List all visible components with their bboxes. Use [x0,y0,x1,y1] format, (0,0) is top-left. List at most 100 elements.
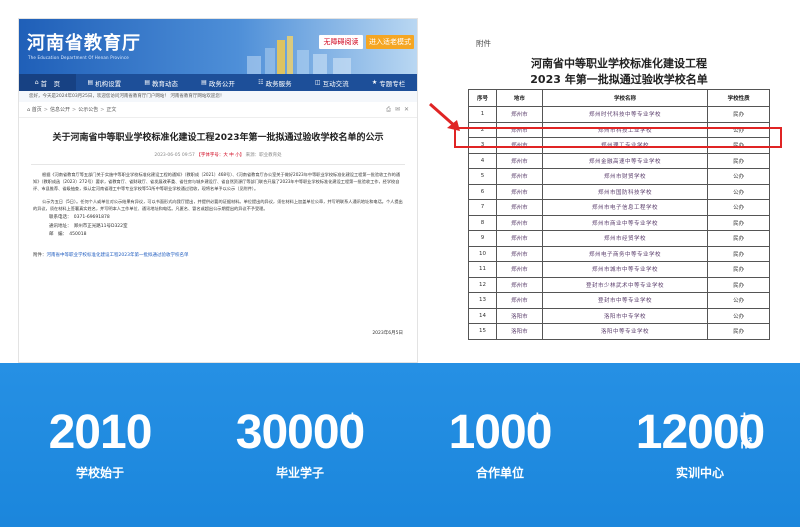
attachment-link[interactable]: 河南省中等职业学校标准化建设工程2023年第一批拟通过验收学校名单 [47,253,189,258]
scanned-document: 附件 河南省中等职业学校标准化建设工程 2023 年第一批拟通过验收学校名单 序… [429,18,790,363]
school-type-cell: 公办 [707,307,770,324]
table-row: 12 郑州市 登封市少林武术中等专业学校 民办 [468,276,770,293]
school-type-cell: 公办 [707,183,770,200]
document-title-line1: 河南省中等职业学校标准化建设工程 [531,57,707,70]
school-name-cell: 洛阳市中专学校 [541,307,709,324]
nav-item-services[interactable]: ☷ 政务服务 [246,78,303,88]
city-cell: 郑州市 [495,106,543,123]
stat-number: 2010 [48,406,153,459]
site-logo-subtitle: The Education Department Of Henan Provin… [28,55,129,60]
row-number: 15 [468,323,497,340]
welcome-notice: 您好，今天是2024年03月25日，欢迎您访问河南省教育厅门户网站！ 河南省教育… [19,91,417,102]
contact-info: 联系电话： 0371-69691878 通讯地址： 郑州市正光路11号D322室… [49,214,417,240]
article-paragraph: 根据《河南省教育厅等五部门关于实施中等职业学校标准化建设工程的通知》（教职成〔2… [33,172,401,191]
breadcrumb-announcements[interactable]: 公示公告 [78,106,98,113]
share-tools: ⎙ ✉ ✕ [386,106,409,114]
site-header: 河南省教育厅 The Education Department Of Henan… [19,19,417,74]
school-name-cell: 洛阳中等专业学校 [541,323,709,340]
row-number: 10 [468,245,497,262]
row-number: 4 [468,152,497,169]
stat-plus: + [348,408,357,425]
site-logo[interactable]: 河南省教育厅 [27,29,141,55]
close-icon[interactable]: ✕ [404,106,409,114]
city-cell: 郑州市 [495,245,543,262]
doc-icon: ▤ [144,79,150,86]
school-type-cell: 民办 [707,276,770,293]
stat-graduates: 30000 + 毕业学子 [200,363,400,527]
school-type-cell: 公办 [707,168,770,185]
row-number: 7 [468,199,497,216]
row-number: 12 [468,276,497,293]
elder-mode-button[interactable]: 进入适老模式 [366,35,414,49]
school-type-cell: 民办 [707,230,770,247]
nav-item-news[interactable]: ▤ 教育动态 [133,78,190,88]
city-cell: 郑州市 [495,292,543,309]
article-title: 关于河南省中等职业学校标准化建设工程2023年第一批拟通过验收学校名单的公示 [52,133,384,143]
attachment-heading: 附件 [476,39,491,48]
chat-icon: ◫ [314,79,321,86]
stat-label: 学校始于 [75,466,124,480]
school-name-cell: 郑州时代科技中等专业学校 [541,106,709,123]
school-name-cell: 郑州市国防科技学校 [541,183,709,200]
table-row: 7 郑州市 郑州市电子信息工程学校 公办 [468,199,770,216]
table-row: 11 郑州市 郑州市城市中等专业学校 民办 [468,261,770,278]
row-number: 8 [468,214,497,231]
breadcrumb-home[interactable]: 首页 [32,106,42,113]
contact-address: 通讯地址： 郑州市正光路11号D322室 [49,223,128,229]
doc-icon: ▤ [201,79,207,86]
attachment: 附件：河南省中等职业学校标准化建设工程2023年第一批拟通过验收学校名单 [33,252,403,258]
row-number: 9 [468,230,497,247]
row-number: 1 [468,106,497,123]
accessible-reading-button[interactable]: 无障碍阅读 [319,35,363,49]
school-name-cell: 郑州市电子信息工程学校 [541,199,709,216]
table-row: 8 郑州市 郑州市商业中等专业学校 民办 [468,214,770,231]
nav-item-public-affairs[interactable]: ▤ 政务公开 [190,78,247,88]
school-type-cell: 公办 [707,292,770,309]
article-sign-date: 2023年6月5日 [372,331,403,336]
stats-band: 2010 学校始于 30000 + 毕业学子 1000 + 合作单位 12000… [0,363,800,527]
table-row: 1 郑州市 郑州时代科技中等专业学校 民办 [468,106,770,123]
table-row: 15 洛阳市 洛阳中等专业学校 民办 [468,323,770,340]
stat-number: 12000 [635,406,765,459]
table-row: 6 郑州市 郑州市国防科技学校 公办 [468,183,770,200]
city-cell: 洛阳市 [495,323,543,340]
school-name-cell: 郑州金融高速中等专业学校 [541,152,709,169]
nav-item-interaction[interactable]: ◫ 互动交流 [303,78,360,88]
city-cell: 郑州市 [495,199,543,216]
row-number: 5 [468,168,497,185]
article-meta: 2023-06-05 09:57 【字体字号：大 中 小】 来源：职业教育处 [19,152,417,158]
people-icon: ☷ [258,79,264,86]
share-icon[interactable]: ✉ [395,106,400,114]
nav-item-home[interactable]: ⌂ 首 页 [19,74,76,91]
city-cell: 郑州市 [495,168,543,185]
city-cell: 郑州市 [495,276,543,293]
city-cell: 郑州市 [495,214,543,231]
highlight-box [454,127,782,148]
nav-item-label: 教育动态 [151,79,178,88]
doc-icon: ▤ [87,79,94,86]
font-size-control[interactable]: 【字体字号：大 中 小】 [196,153,244,158]
row-number: 6 [468,183,497,200]
column-header: 学校名称 [541,89,709,107]
school-type-cell: 民办 [707,152,770,169]
nav-item-organization[interactable]: ▤ 机构设置 [76,78,133,88]
nav-item-label: 专题专栏 [379,79,406,88]
column-header: 地市 [495,89,543,107]
nav-item-topics[interactable]: ★ 专题专栏 [360,78,417,88]
main-nav: ⌂ 首 页 ▤ 机构设置 ▤ 教育动态 ▤ 政务公开 ☷ 政务服务 ◫ 互动交流 ★ 专题专栏 [19,74,417,91]
table-row: 14 洛阳市 洛阳市中专学校 公办 [468,307,770,324]
row-number: 14 [468,307,497,324]
row-number: 13 [468,292,497,309]
breadcrumb-separator: > [72,106,77,113]
print-icon[interactable]: ⎙ [386,106,391,114]
breadcrumb-separator: > [100,106,105,113]
document-title-line2: 2023 年第一批拟通过验收学校名单 [530,73,708,86]
attachment-label: 附件： [33,252,47,258]
stat-number: 30000 [235,406,365,459]
nav-item-label: 政务服务 [265,79,292,88]
school-name-cell: 郑州电子商务中等专业学校 [541,245,709,262]
stat-founded: 2010 学校始于 [0,363,200,527]
breadcrumb-info-public[interactable]: 信息公开 [50,106,70,113]
table-row: 10 郑州市 郑州电子商务中等专业学校 民办 [468,245,770,262]
home-icon: ⌂ [34,79,39,86]
